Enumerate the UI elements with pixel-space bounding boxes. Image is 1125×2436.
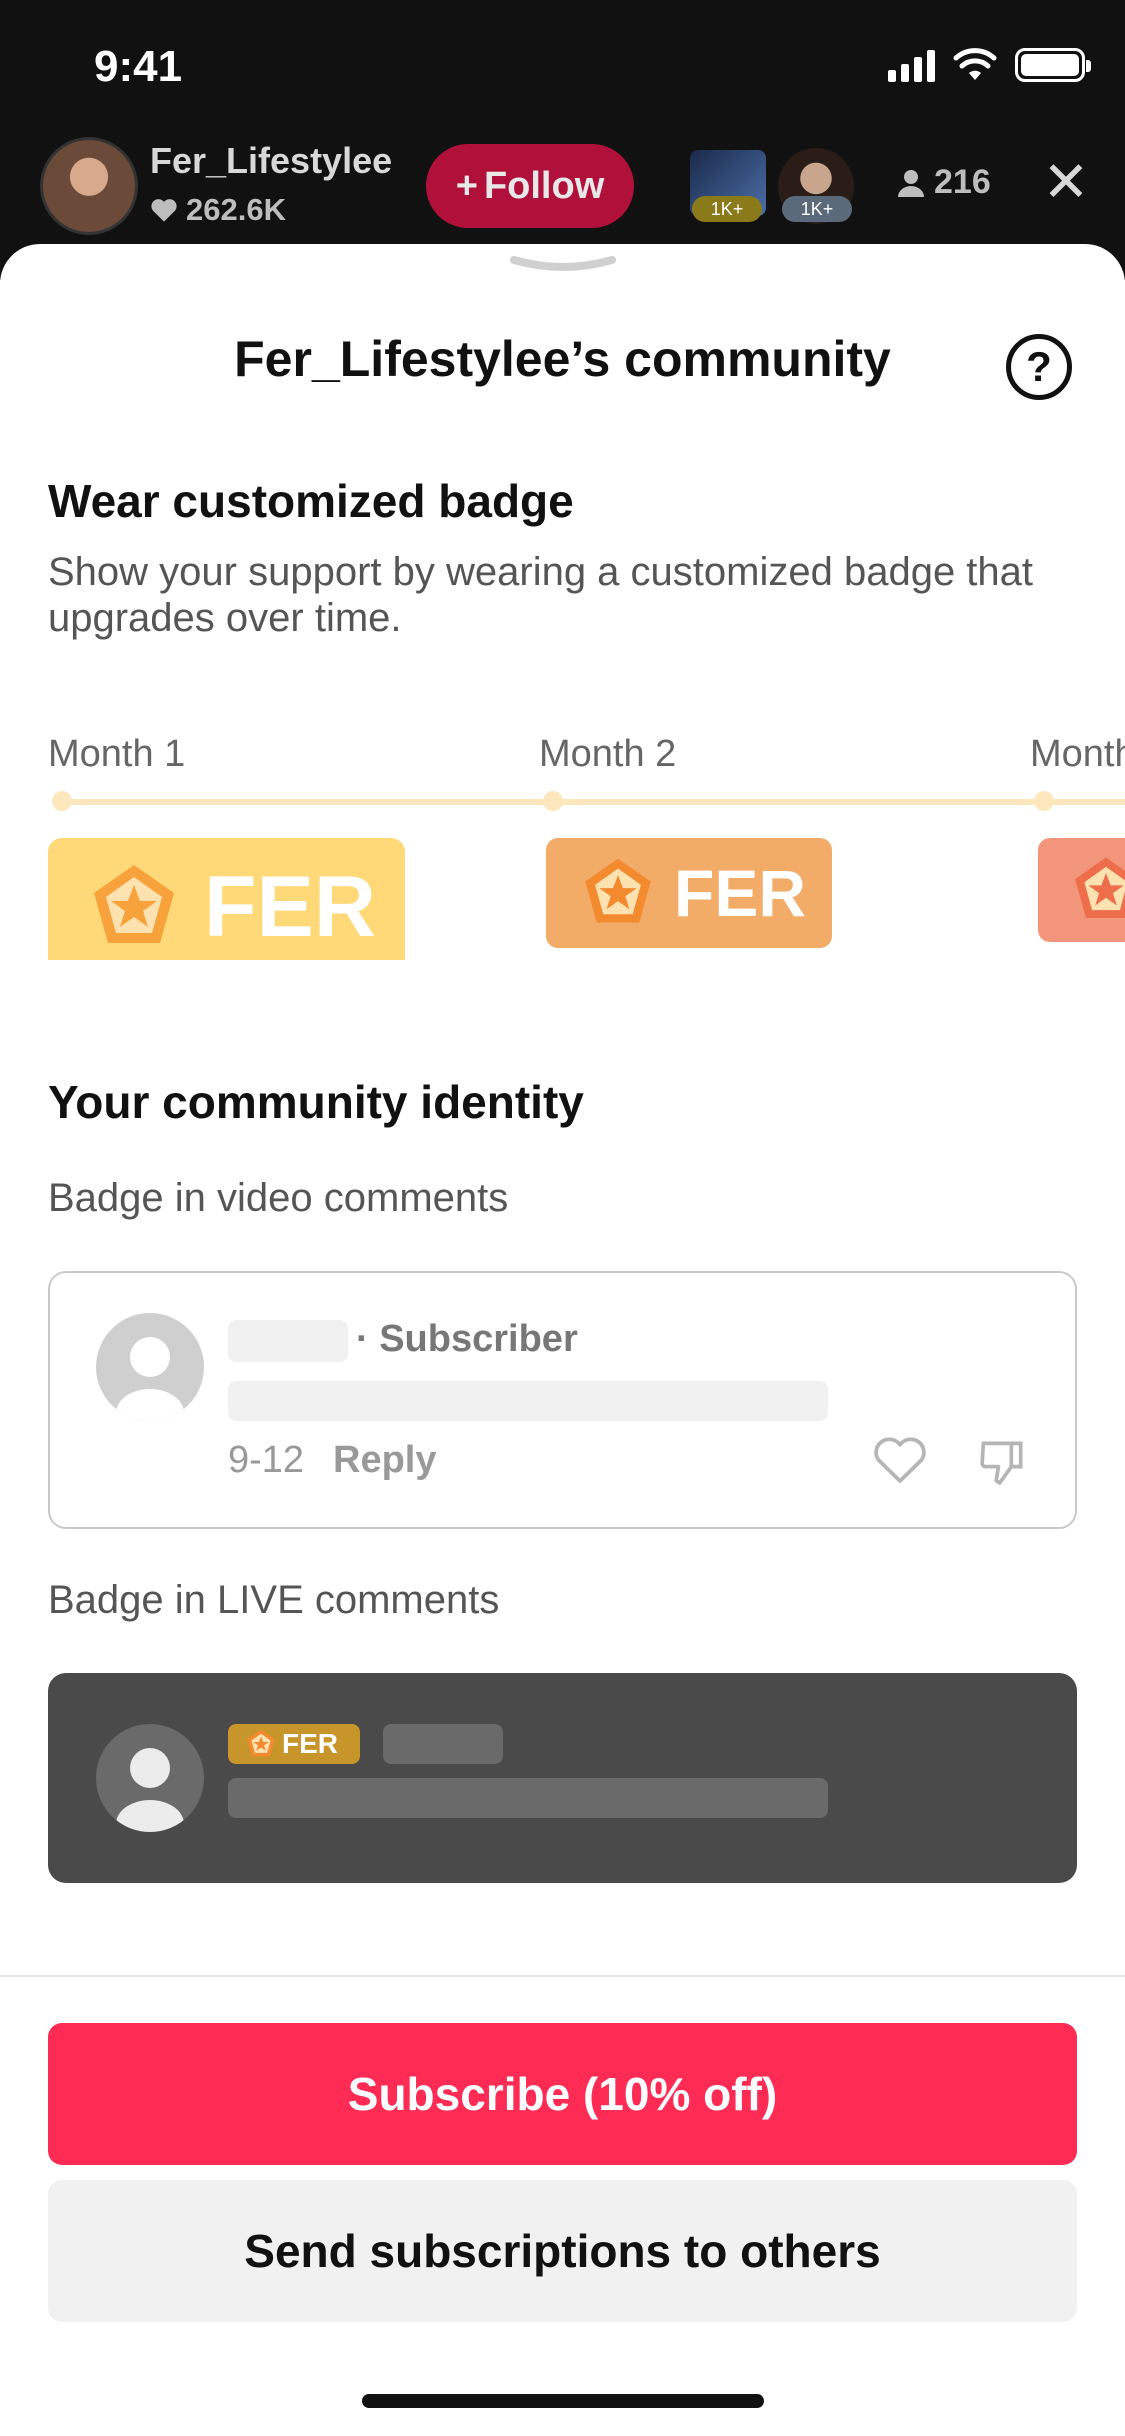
reply-link: Reply — [333, 1439, 437, 1481]
viewer-count[interactable]: 216 — [898, 163, 991, 202]
follow-button[interactable]: + Follow — [426, 144, 634, 228]
signal-icon — [888, 48, 935, 82]
help-icon[interactable]: ? — [1006, 334, 1072, 400]
video-comments-label: Badge in video comments — [48, 1176, 509, 1220]
live-username-placeholder — [383, 1724, 503, 1764]
heart-icon — [151, 199, 177, 222]
send-subscriptions-button[interactable]: Send subscriptions to others — [48, 2180, 1077, 2322]
badge-description: Show your support by wearing a customize… — [48, 550, 1034, 640]
badge-month-3 — [1038, 838, 1125, 942]
host-likes-count: 262.6K — [186, 192, 286, 227]
close-icon[interactable]: ✕ — [1040, 154, 1092, 210]
live-badge-text: FER — [282, 1728, 338, 1759]
heart-outline-icon — [874, 1437, 926, 1483]
star-badge-icon — [94, 865, 174, 943]
host-name[interactable]: Fer_Lifestylee — [150, 140, 392, 182]
host-likes: 262.6K — [150, 192, 286, 228]
badge-month-1: FER — [48, 838, 405, 960]
wifi-icon — [953, 48, 997, 80]
star-badge-icon — [1075, 857, 1125, 918]
badge-timeline[interactable]: Month 1 Month 2 Month 3 FER FER — [0, 700, 1125, 960]
subscribe-button[interactable]: Subscribe (10% off) — [48, 2023, 1077, 2165]
footer-divider — [0, 1975, 1125, 1977]
battery-icon — [1015, 48, 1091, 82]
viewer-count-value: 216 — [934, 163, 991, 201]
commenter-avatar — [96, 1313, 204, 1421]
month-label-2: Month 2 — [539, 733, 677, 775]
star-badge-icon — [585, 858, 651, 923]
timeline-dot-3 — [1034, 791, 1054, 811]
status-icons — [888, 48, 1091, 82]
home-indicator[interactable] — [362, 2394, 764, 2408]
person-icon — [898, 169, 924, 197]
host-avatar[interactable] — [40, 137, 138, 235]
sheet-grabber[interactable] — [508, 256, 618, 272]
badge-heading: Wear customized badge — [48, 475, 574, 527]
timeline-dot-1 — [52, 791, 72, 811]
viewer-tag-2: 1K+ — [782, 196, 852, 222]
timeline-line — [60, 799, 1125, 805]
username-placeholder — [228, 1320, 348, 1362]
dislike-icon — [980, 1441, 1023, 1485]
viewer-tag-1: 1K+ — [692, 196, 762, 222]
follow-label: Follow — [483, 164, 605, 207]
badge-month-2-text: FER — [674, 856, 806, 930]
comment-text-placeholder — [228, 1381, 828, 1421]
timeline-dot-2 — [543, 791, 563, 811]
month-label-1: Month 1 — [48, 733, 186, 775]
sheet-title: Fer_Lifestylee’s community — [234, 331, 891, 387]
live-commenter-avatar — [96, 1724, 204, 1832]
star-badge-icon — [247, 1729, 275, 1757]
status-time: 9:41 — [94, 42, 183, 91]
plus-icon: + — [455, 164, 478, 207]
live-fer-badge: FER — [228, 1724, 360, 1764]
live-comments-label: Badge in LIVE comments — [48, 1578, 500, 1622]
badge-month-1-text: FER — [204, 858, 376, 955]
subscriber-label: · Subscriber — [356, 1318, 578, 1360]
comment-date: 9-12 — [228, 1439, 305, 1481]
month-label-3: Month 3 — [1030, 733, 1125, 775]
identity-heading: Your community identity — [48, 1076, 584, 1128]
live-comment-text-placeholder — [228, 1778, 828, 1818]
badge-month-2: FER — [546, 838, 832, 948]
